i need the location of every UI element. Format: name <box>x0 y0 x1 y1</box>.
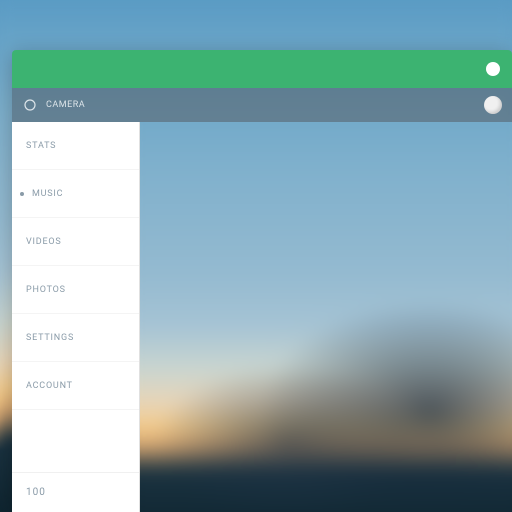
sidebar-item-label: ACCOUNT <box>26 381 73 391</box>
sidebar-item-music[interactable]: MUSIC <box>12 170 139 218</box>
window-body: STATS MUSIC VIDEOS PHOTOS SETTINGS ACCOU… <box>12 122 512 512</box>
sidebar-footer-value: 100 <box>26 487 46 498</box>
window-titlebar[interactable] <box>12 50 512 88</box>
toolbar-right <box>484 96 502 114</box>
toolbar: CAMERA <box>12 88 512 122</box>
dot-icon <box>20 192 24 196</box>
menu-icon[interactable] <box>22 97 38 113</box>
toolbar-label: CAMERA <box>46 100 85 110</box>
content-area <box>140 122 512 512</box>
sidebar-item-account[interactable]: ACCOUNT <box>12 362 139 410</box>
sidebar-item-label: MUSIC <box>32 189 63 199</box>
sidebar-item-settings[interactable]: SETTINGS <box>12 314 139 362</box>
sidebar-item-stats[interactable]: STATS <box>12 122 139 170</box>
sidebar-item-videos[interactable]: VIDEOS <box>12 218 139 266</box>
sidebar-item-label: VIDEOS <box>26 237 62 247</box>
profile-icon[interactable] <box>484 96 502 114</box>
sidebar-item-label: PHOTOS <box>26 285 66 295</box>
app-window: CAMERA STATS MUSIC VIDEOS PHOTOS SETTING… <box>12 50 512 512</box>
content-background-image <box>140 122 512 512</box>
sidebar-item-photos[interactable]: PHOTOS <box>12 266 139 314</box>
window-control-icon[interactable] <box>486 62 500 76</box>
sidebar: STATS MUSIC VIDEOS PHOTOS SETTINGS ACCOU… <box>12 122 140 512</box>
sidebar-item-label: STATS <box>26 141 56 151</box>
sidebar-footer: 100 <box>12 472 139 512</box>
sidebar-item-label: SETTINGS <box>26 333 74 343</box>
